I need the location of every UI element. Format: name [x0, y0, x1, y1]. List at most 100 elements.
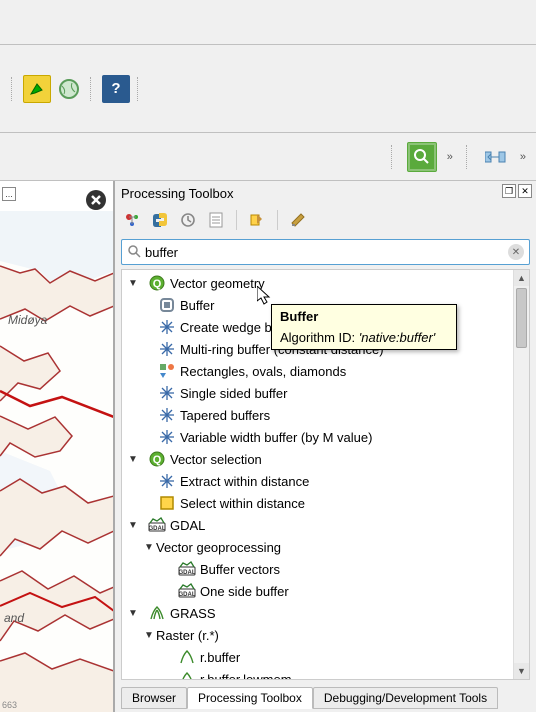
- main-toolbar: ?: [0, 45, 536, 133]
- algorithm-icon: [158, 406, 176, 424]
- search-icon: [127, 244, 141, 261]
- options-icon[interactable]: [287, 209, 309, 231]
- help-icon[interactable]: ?: [102, 75, 130, 103]
- results-icon[interactable]: [205, 209, 227, 231]
- tree-label: Rectangles, ovals, diamonds: [180, 364, 346, 379]
- qgis-provider-icon: Q: [148, 450, 166, 468]
- svg-text:GDAL: GDAL: [149, 526, 166, 532]
- tree-label: One side buffer: [200, 584, 289, 599]
- toolbar-handle[interactable]: [466, 145, 471, 169]
- tree-label: Buffer: [180, 298, 214, 313]
- tree-label: GRASS: [170, 606, 216, 621]
- gdal-algorithm-icon: GDAL: [178, 560, 196, 578]
- algorithm-icon: [158, 340, 176, 358]
- gdal-provider-icon: GDAL: [148, 516, 166, 534]
- tab-debugging[interactable]: Debugging/Development Tools: [313, 687, 498, 709]
- tree-label: Vector selection: [170, 452, 262, 467]
- search-input[interactable]: [145, 245, 504, 260]
- search-accent-icon[interactable]: [407, 142, 437, 172]
- bottom-tabs: Browser Processing Toolbox Debugging/Dev…: [121, 682, 530, 708]
- tree-item-r-buffer-lowmem[interactable]: r.buffer.lowmem: [122, 668, 529, 680]
- expand-button[interactable]: »: [445, 151, 455, 163]
- toolbar-separator: [236, 210, 237, 230]
- algorithm-icon: [158, 472, 176, 490]
- tree-label: Multi-ring buffer (constant distance): [180, 342, 384, 357]
- detach-icon[interactable]: ❐: [502, 184, 516, 198]
- toolbar-separator: [277, 210, 278, 230]
- edit-features-icon[interactable]: [246, 209, 268, 231]
- gdal-algorithm-icon: GDAL: [178, 582, 196, 600]
- tree-group-raster-r[interactable]: ▼ Raster (r.*): [122, 624, 529, 646]
- algorithm-icon: [158, 318, 176, 336]
- chevron-down-icon[interactable]: ▼: [126, 278, 140, 289]
- tree-label: Buffer vectors: [200, 562, 280, 577]
- algorithm-tree[interactable]: ▲ ▼ ▼ Q Vector geometry Buffer Create we…: [121, 269, 530, 680]
- chevron-down-icon[interactable]: ▼: [126, 520, 140, 531]
- tree-item-r-buffer[interactable]: r.buffer: [122, 646, 529, 668]
- tree-item-extract-within[interactable]: Extract within distance: [122, 470, 529, 492]
- svg-text:GDAL: GDAL: [179, 570, 196, 576]
- chevron-down-icon[interactable]: ▼: [126, 608, 140, 619]
- clear-icon[interactable]: ✕: [508, 244, 524, 260]
- scroll-down-icon[interactable]: ▼: [514, 663, 529, 679]
- chevron-down-icon[interactable]: ▼: [126, 454, 140, 465]
- map-scale-corner: 663: [2, 700, 17, 710]
- globe-icon[interactable]: [55, 75, 83, 103]
- tree-item-tapered[interactable]: Tapered buffers: [122, 404, 529, 426]
- history-icon[interactable]: [177, 209, 199, 231]
- toolbar-separator: [137, 77, 142, 101]
- tree-label: Select within distance: [180, 496, 305, 511]
- tree-item-select-within[interactable]: Select within distance: [122, 492, 529, 514]
- qgis-provider-icon: Q: [148, 274, 166, 292]
- tree-item-rectangles[interactable]: Rectangles, ovals, diamonds: [122, 360, 529, 382]
- scroll-up-icon[interactable]: ▲: [514, 270, 529, 286]
- svg-text:Q: Q: [153, 454, 162, 466]
- tree-label: Extract within distance: [180, 474, 309, 489]
- map-panel: … Midøya and 663: [0, 181, 114, 712]
- tree-group-vector-geometry[interactable]: ▼ Q Vector geometry: [122, 272, 529, 294]
- tree-item-create-wedge[interactable]: Create wedge buffers: [122, 316, 529, 338]
- chevron-down-icon[interactable]: ▼: [142, 630, 156, 641]
- algorithm-icon: [158, 428, 176, 446]
- tree-label: Single sided buffer: [180, 386, 287, 401]
- panel-title-bar[interactable]: Processing Toolbox ❐ ✕: [115, 181, 536, 205]
- svg-text:Q: Q: [153, 278, 162, 290]
- tree-group-vector-geoprocessing[interactable]: ▼ Vector geoprocessing: [122, 536, 529, 558]
- tree-item-one-side[interactable]: GDAL One side buffer: [122, 580, 529, 602]
- commander-icon[interactable]: [23, 75, 51, 103]
- map-canvas[interactable]: Midøya and 663: [0, 211, 113, 712]
- tree-item-multi-ring[interactable]: Multi-ring buffer (constant distance): [122, 338, 529, 360]
- toolbar-handle[interactable]: [391, 145, 396, 169]
- close-panel-icon[interactable]: ✕: [518, 184, 532, 198]
- processing-toolbox-panel: Processing Toolbox ❐ ✕ ✕ ▲: [114, 181, 536, 712]
- tree-label: Create wedge buffers: [180, 320, 304, 335]
- tree-label: Vector geometry: [170, 276, 265, 291]
- search-field[interactable]: ✕: [121, 239, 530, 265]
- tree-label: r.buffer.lowmem: [200, 672, 292, 681]
- scroll-thumb[interactable]: [516, 288, 527, 348]
- align-icon[interactable]: [482, 143, 510, 171]
- scrollbar[interactable]: ▲ ▼: [513, 270, 529, 679]
- buffer-algorithm-icon: [158, 296, 176, 314]
- close-icon[interactable]: [85, 189, 107, 211]
- tree-item-buffer[interactable]: Buffer: [122, 294, 529, 316]
- tree-item-buffer-vectors[interactable]: GDAL Buffer vectors: [122, 558, 529, 580]
- tab-processing-toolbox[interactable]: Processing Toolbox: [187, 687, 313, 709]
- toolbar-handle[interactable]: [11, 77, 16, 101]
- tree-item-single-sided[interactable]: Single sided buffer: [122, 382, 529, 404]
- expand-button[interactable]: »: [518, 151, 528, 163]
- secondary-toolbar: » »: [0, 133, 536, 181]
- menubar-area: [0, 0, 536, 45]
- tree-group-gdal[interactable]: ▼ GDAL GDAL: [122, 514, 529, 536]
- models-icon[interactable]: [121, 209, 143, 231]
- tab-browser[interactable]: Browser: [121, 687, 187, 709]
- svg-text:GDAL: GDAL: [179, 592, 196, 598]
- tree-group-vector-selection[interactable]: ▼ Q Vector selection: [122, 448, 529, 470]
- toolbar-separator: [90, 77, 95, 101]
- tree-group-grass[interactable]: ▼ GRASS: [122, 602, 529, 624]
- map-options-icon[interactable]: …: [2, 187, 16, 201]
- tree-item-variable-width[interactable]: Variable width buffer (by M value): [122, 426, 529, 448]
- python-icon[interactable]: [149, 209, 171, 231]
- panel-title: Processing Toolbox: [121, 186, 234, 201]
- chevron-down-icon[interactable]: ▼: [142, 542, 156, 553]
